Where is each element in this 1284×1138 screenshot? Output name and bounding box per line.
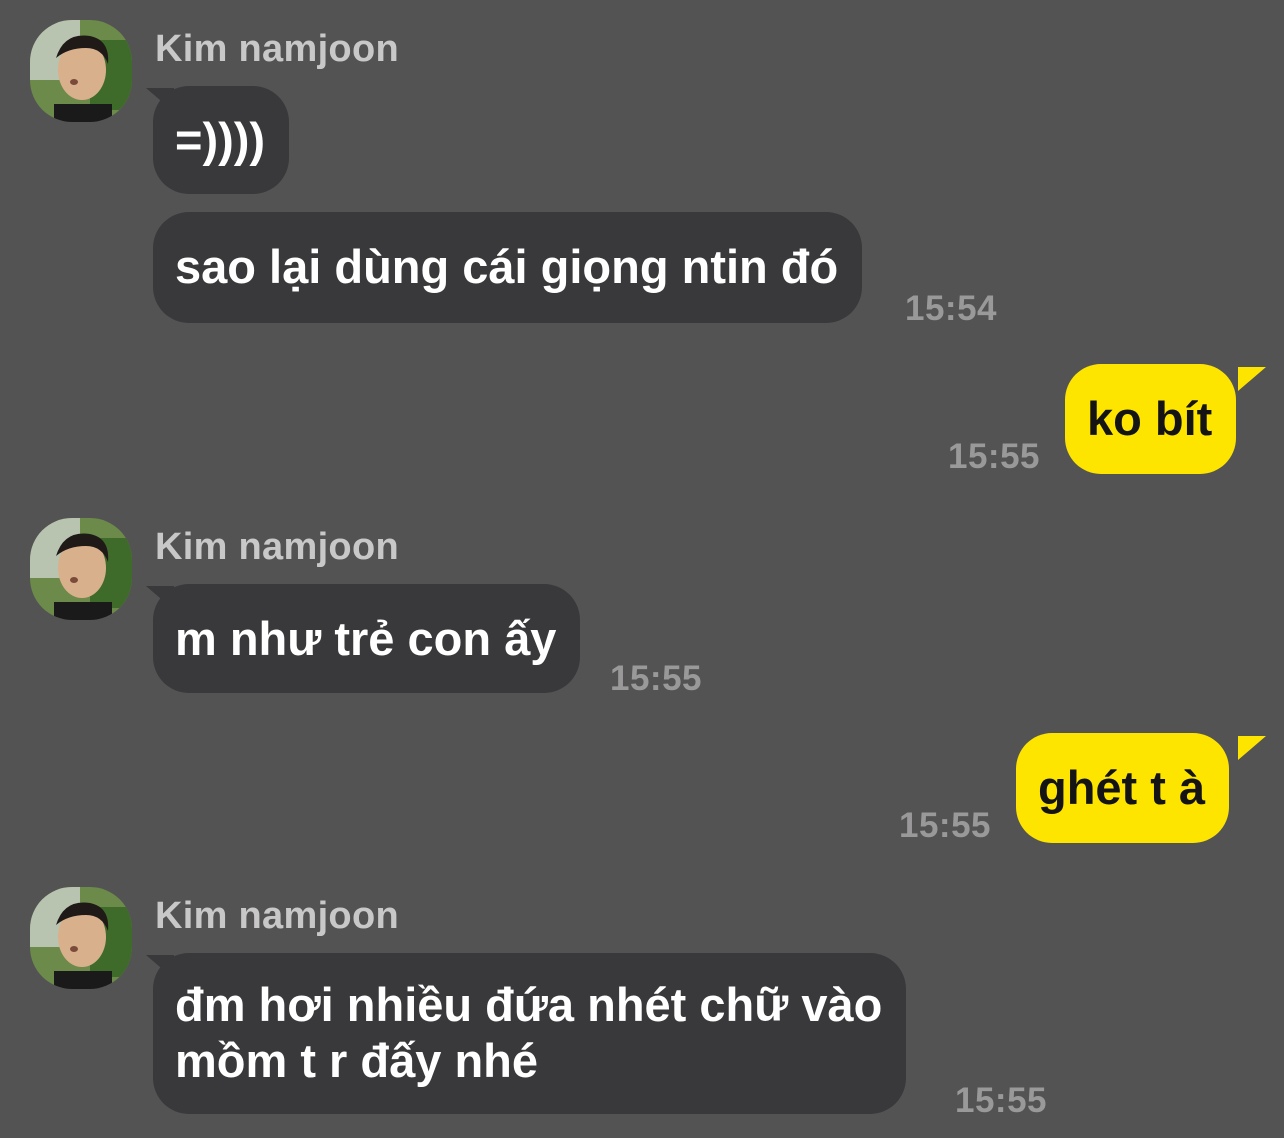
sender-name: Kim namjoon: [155, 895, 399, 937]
avatar[interactable]: [30, 518, 132, 620]
message-bubble[interactable]: đm hơi nhiều đứa nhét chữ vào mồm t r đấ…: [153, 953, 907, 1114]
message-bubble[interactable]: ko bít: [1065, 364, 1237, 474]
message-text: sao lại dùng cái giọng ntin đó: [175, 240, 839, 293]
message-text: ghét t à: [1038, 761, 1206, 814]
profile-photo-icon: [30, 518, 132, 620]
sender-name: Kim namjoon: [155, 28, 399, 70]
message-text: =)))): [175, 113, 266, 166]
sender-name: Kim namjoon: [155, 526, 399, 568]
message-bubble[interactable]: =)))): [153, 86, 290, 194]
bubble-tail: [1238, 367, 1266, 391]
message-time: 15:55: [899, 806, 992, 845]
avatar[interactable]: [30, 20, 132, 122]
message-bubble[interactable]: sao lại dùng cái giọng ntin đó: [153, 212, 863, 323]
profile-photo-icon: [30, 20, 132, 122]
message-text: ko bít: [1087, 392, 1213, 445]
message-time: 15:55: [948, 437, 1041, 476]
bubble-tail: [1238, 736, 1266, 760]
profile-photo-icon: [30, 887, 132, 989]
message-time: 15:55: [955, 1081, 1048, 1120]
message-time: 15:54: [905, 289, 998, 328]
message-bubble[interactable]: m như trẻ con ấy: [153, 584, 581, 693]
message-bubble[interactable]: ghét t à: [1016, 733, 1230, 843]
message-text-line-1: đm hơi nhiều đứa nhét chữ vào: [175, 978, 883, 1031]
message-time: 15:55: [610, 659, 703, 698]
avatar[interactable]: [30, 887, 132, 989]
message-text: m như trẻ con ấy: [175, 612, 557, 665]
message-text-line-2: mồm t r đấy nhé: [175, 1034, 539, 1087]
